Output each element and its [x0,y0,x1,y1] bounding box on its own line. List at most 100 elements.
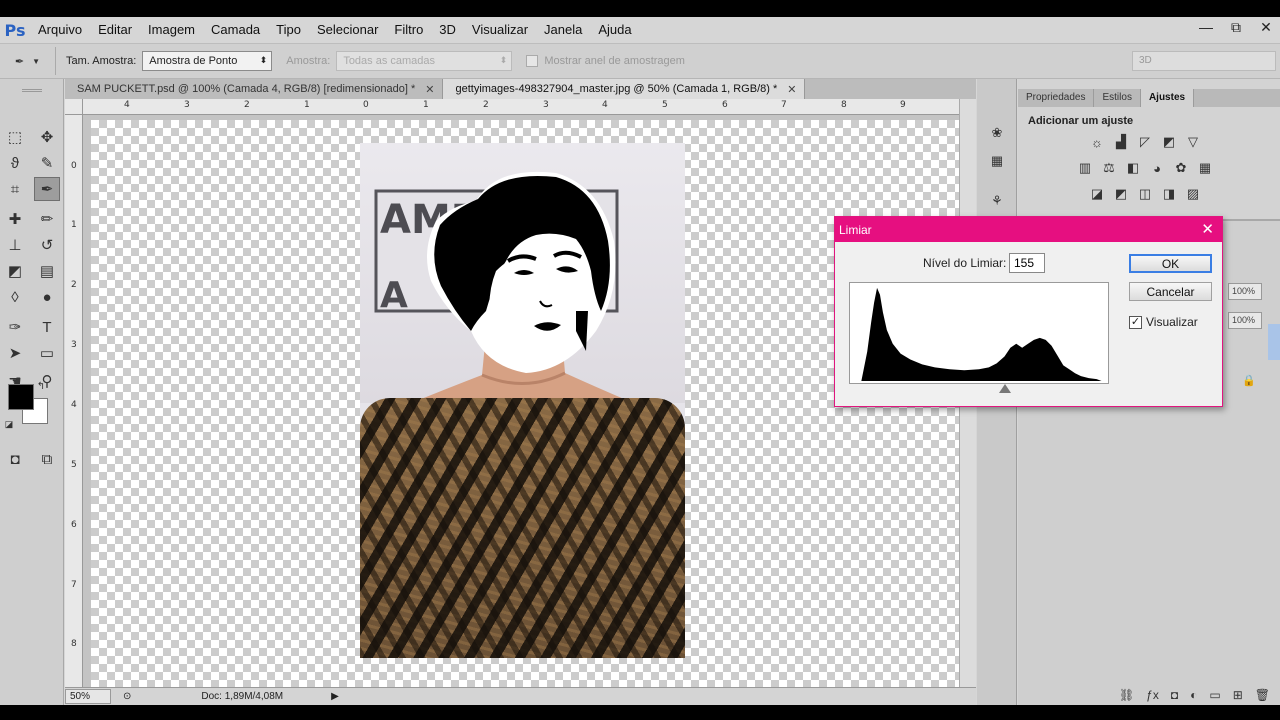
zoom-level-field[interactable]: 50% [65,689,111,704]
foreground-color-swatch[interactable] [8,384,34,410]
move-tool-icon[interactable]: ✥ [34,125,60,149]
close-icon[interactable]: ✕ [787,83,796,96]
tab-propriedades[interactable]: Propriedades [1018,89,1095,107]
new-group-icon[interactable]: ▭ [1209,688,1220,702]
shape-tool-icon[interactable]: ▭ [34,341,60,365]
blur-tool-icon[interactable]: ◊ [2,285,28,309]
tool-preset-picker[interactable]: ✒ ▼ [0,47,56,75]
panel-grip[interactable] [22,89,42,92]
link-layers-icon[interactable]: ⛓ [1119,688,1134,702]
gradient-triangle-icon[interactable]: ▽ [1184,133,1202,151]
tab-estilos[interactable]: Estilos [1094,89,1141,107]
eraser-tool-icon[interactable]: ◩ [2,259,28,283]
brush-tool-icon[interactable]: ✏ [34,207,60,231]
dialog-title-bar[interactable]: Limiar ✕ [835,217,1222,242]
sample-select[interactable]: Todas as camadas ⬍ [336,51,513,71]
fill-field[interactable]: 100% [1228,312,1262,329]
minimize-button[interactable]: — [1198,19,1214,36]
threshold-icon[interactable]: ◫ [1136,185,1154,203]
marquee-tool-icon[interactable]: ⬚ [2,125,28,149]
menu-imagem[interactable]: Imagem [140,17,203,43]
threshold-slider-handle[interactable] [999,384,1011,393]
tab-ajustes[interactable]: Ajustes [1140,89,1195,107]
history-panel-icon[interactable]: ❀ [987,123,1007,143]
window-controls: — ⧉ ✕ [1198,19,1274,36]
threshold-level-input[interactable] [1009,253,1045,273]
close-icon[interactable]: ✕ [425,83,434,96]
workspace-select[interactable]: 3D [1132,51,1276,71]
swap-colors-icon[interactable]: ↰ [34,379,48,393]
posterize-icon[interactable]: ◩ [1112,185,1130,203]
healing-brush-tool-icon[interactable]: ✚ [2,207,28,231]
clone-stamp-tool-icon[interactable]: ⊥ [2,233,28,257]
add-mask-icon[interactable]: ◘ [1171,688,1178,702]
curves-icon[interactable]: ◸ [1136,133,1154,151]
screen-mode-icon[interactable]: ⧉ [34,447,60,471]
new-layer-icon[interactable]: ⊞ [1233,688,1243,702]
doc-tab-gettyimages[interactable]: gettyimages-498327904_master.jpg @ 50% (… [443,79,806,99]
swatches-panel-icon[interactable]: ▦ [987,151,1007,171]
histogram[interactable] [849,282,1109,384]
menu-3d[interactable]: 3D [431,17,464,43]
color-lookup-icon[interactable]: ▦ [1196,159,1214,177]
opacity-field[interactable]: 100% [1228,283,1262,300]
gradient-map-icon[interactable]: ▨ [1184,185,1202,203]
invert-icon[interactable]: ◪ [1088,185,1106,203]
quick-mask-icon[interactable]: ◘ [2,447,28,471]
restore-button[interactable]: ⧉ [1228,19,1244,36]
ruler-vertical[interactable]: 0 1 2 3 4 5 6 7 8 [65,115,83,687]
ruler-horizontal[interactable]: 4 3 2 1 0 1 2 3 4 5 6 7 8 9 [83,99,959,115]
menu-filtro[interactable]: Filtro [386,17,431,43]
crop-tool-icon[interactable]: ⌗ [2,177,28,201]
path-selection-tool-icon[interactable]: ➤ [2,341,28,365]
menu-arquivo[interactable]: Arquivo [30,17,90,43]
close-window-button[interactable]: ✕ [1258,19,1274,36]
layer-style-icon[interactable]: ƒx [1146,688,1159,702]
type-tool-icon[interactable]: T [34,315,60,339]
document-image[interactable]: AMER M A [360,143,685,658]
lasso-tool-icon[interactable]: ϑ [2,151,28,175]
status-menu-arrow-icon[interactable]: ▶ [331,691,339,702]
vibrance-icon[interactable]: ▥ [1076,159,1094,177]
black-white-icon[interactable]: ◕ [1148,159,1166,177]
delete-layer-icon[interactable]: 🗑 [1255,688,1270,702]
photo-filter-icon[interactable]: ✿ [1172,159,1190,177]
levels-icon[interactable]: ▟ [1112,133,1130,151]
gradient-tool-icon[interactable]: ▤ [34,259,60,283]
canvas-area[interactable]: AMER M A [83,115,959,687]
brightness-icon[interactable]: ☼ [1088,133,1106,151]
quick-selection-tool-icon[interactable]: ✎ [34,151,60,175]
new-fill-layer-icon[interactable]: ◐ [1190,688,1197,702]
show-ring-checkbox[interactable] [526,55,539,67]
preview-option[interactable]: ✓ Visualizar [1129,315,1198,329]
preview-checkbox[interactable]: ✓ [1129,315,1142,329]
menu-editar[interactable]: Editar [90,17,140,43]
menu-camada[interactable]: Camada [203,17,268,43]
lock-icon[interactable]: 🔒 [1242,374,1256,387]
dodge-tool-icon[interactable]: ● [34,285,60,309]
menu-tipo[interactable]: Tipo [268,17,309,43]
exposure-icon[interactable]: ◩ [1160,133,1178,151]
doc-tab-sam-puckett[interactable]: SAM PUCKETT.psd @ 100% (Camada 4, RGB/8)… [65,79,444,99]
hue-saturation-icon[interactable]: ⚖ [1100,159,1118,177]
status-options-icon[interactable]: ⊙ [123,691,131,702]
ok-button[interactable]: OK [1129,254,1212,273]
ruler-origin[interactable] [65,99,83,115]
selective-color-icon[interactable]: ◨ [1160,185,1178,203]
default-colors-icon[interactable]: ◪ [2,417,16,431]
history-brush-tool-icon[interactable]: ↺ [34,233,60,257]
close-icon[interactable]: ✕ [1201,220,1214,238]
menu-selecionar[interactable]: Selecionar [309,17,386,43]
menu-ajuda[interactable]: Ajuda [590,17,639,43]
ruler-tick-label: 4 [602,100,608,110]
menu-visualizar[interactable]: Visualizar [464,17,536,43]
menu-janela[interactable]: Janela [536,17,590,43]
cancel-button[interactable]: Cancelar [1129,282,1212,301]
sample-size-select[interactable]: Amostra de Ponto ⬍ [142,51,273,71]
brush-panel-icon[interactable]: ⚘ [987,191,1007,211]
show-ring-option[interactable]: Mostrar anel de amostragem [526,55,685,67]
selected-layer-row[interactable] [1268,324,1280,360]
color-balance-icon[interactable]: ◧ [1124,159,1142,177]
pen-tool-icon[interactable]: ✑ [2,315,28,339]
eyedropper-tool-icon[interactable]: ✒ [34,177,60,201]
